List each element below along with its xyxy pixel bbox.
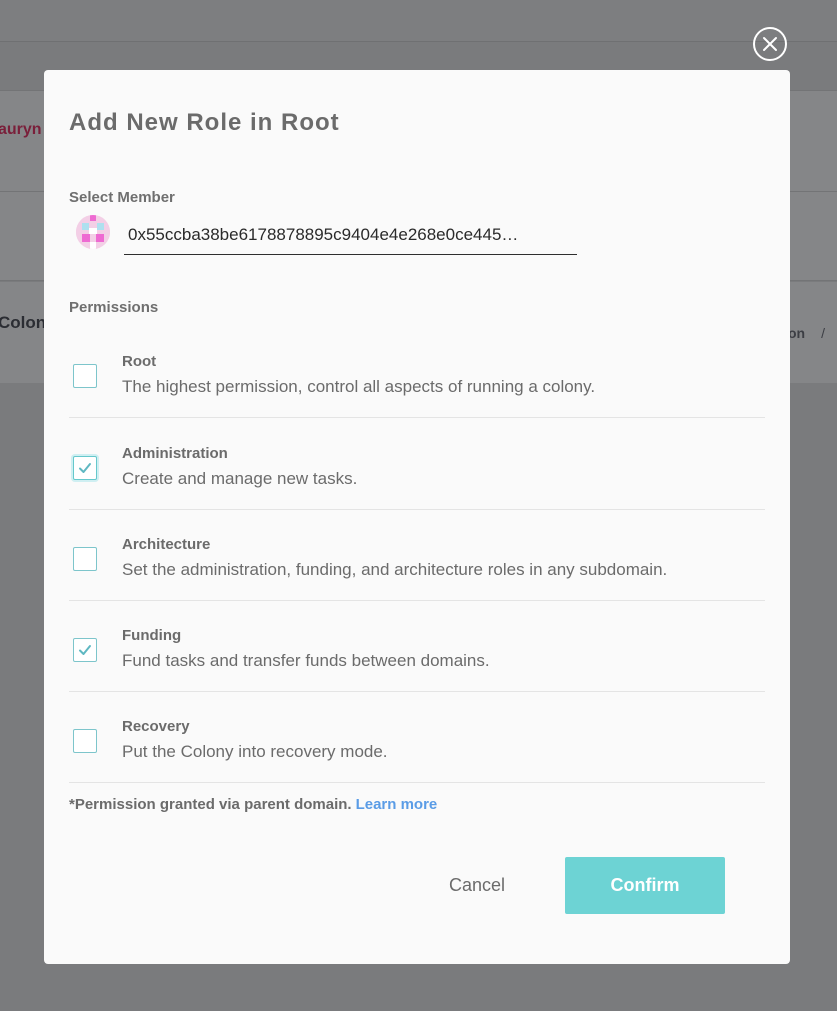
administration-checkbox[interactable] <box>73 456 97 480</box>
check-icon <box>79 463 91 473</box>
recovery-checkbox[interactable] <box>73 729 97 753</box>
member-identicon <box>76 215 110 249</box>
add-role-dialog: Add New Role in Root Select Member Permi… <box>44 70 790 964</box>
permissions-label: Permissions <box>69 299 159 316</box>
background-breadcrumb: on / <box>788 325 825 341</box>
cancel-button[interactable]: Cancel <box>417 857 537 913</box>
close-icon <box>763 37 777 51</box>
permission-name: Architecture <box>122 536 211 553</box>
permission-description: Fund tasks and transfer funds between do… <box>122 651 490 670</box>
permission-architecture: Architecture Set the administration, fun… <box>69 509 765 601</box>
funding-checkbox[interactable] <box>73 638 97 662</box>
permission-funding: Funding Fund tasks and transfer funds be… <box>69 600 765 692</box>
breadcrumb-fragment: on <box>788 325 806 341</box>
permission-name: Root <box>122 353 157 370</box>
permission-description: The highest permission, control all aspe… <box>122 377 596 396</box>
background-header <box>0 0 837 42</box>
permission-name: Recovery <box>122 718 190 735</box>
note-text: *Permission granted via parent domain. <box>69 796 352 813</box>
select-member-label: Select Member <box>69 189 175 206</box>
background-user-name: auryn <box>0 121 42 138</box>
dialog-title: Add New Role in Root <box>69 109 340 136</box>
permission-description: Create and manage new tasks. <box>122 469 358 488</box>
parent-domain-note: *Permission granted via parent domain. Le… <box>69 796 437 813</box>
permission-administration: Administration Create and manage new tas… <box>69 418 765 510</box>
member-address-input[interactable] <box>124 220 577 255</box>
permission-recovery: Recovery Put the Colony into recovery mo… <box>69 691 765 783</box>
permission-name: Administration <box>122 445 228 462</box>
learn-more-link[interactable]: Learn more <box>356 796 438 813</box>
breadcrumb-separator: / <box>821 325 825 341</box>
confirm-button[interactable]: Confirm <box>565 857 725 914</box>
root-checkbox[interactable] <box>73 364 97 388</box>
permission-description: Put the Colony into recovery mode. <box>122 742 388 761</box>
permission-description: Set the administration, funding, and arc… <box>122 560 668 579</box>
avatar <box>76 215 110 249</box>
architecture-checkbox[interactable] <box>73 547 97 571</box>
close-button[interactable] <box>753 27 787 61</box>
check-icon <box>79 645 91 655</box>
permission-root: Root The highest permission, control all… <box>69 326 765 418</box>
permission-name: Funding <box>122 627 182 644</box>
